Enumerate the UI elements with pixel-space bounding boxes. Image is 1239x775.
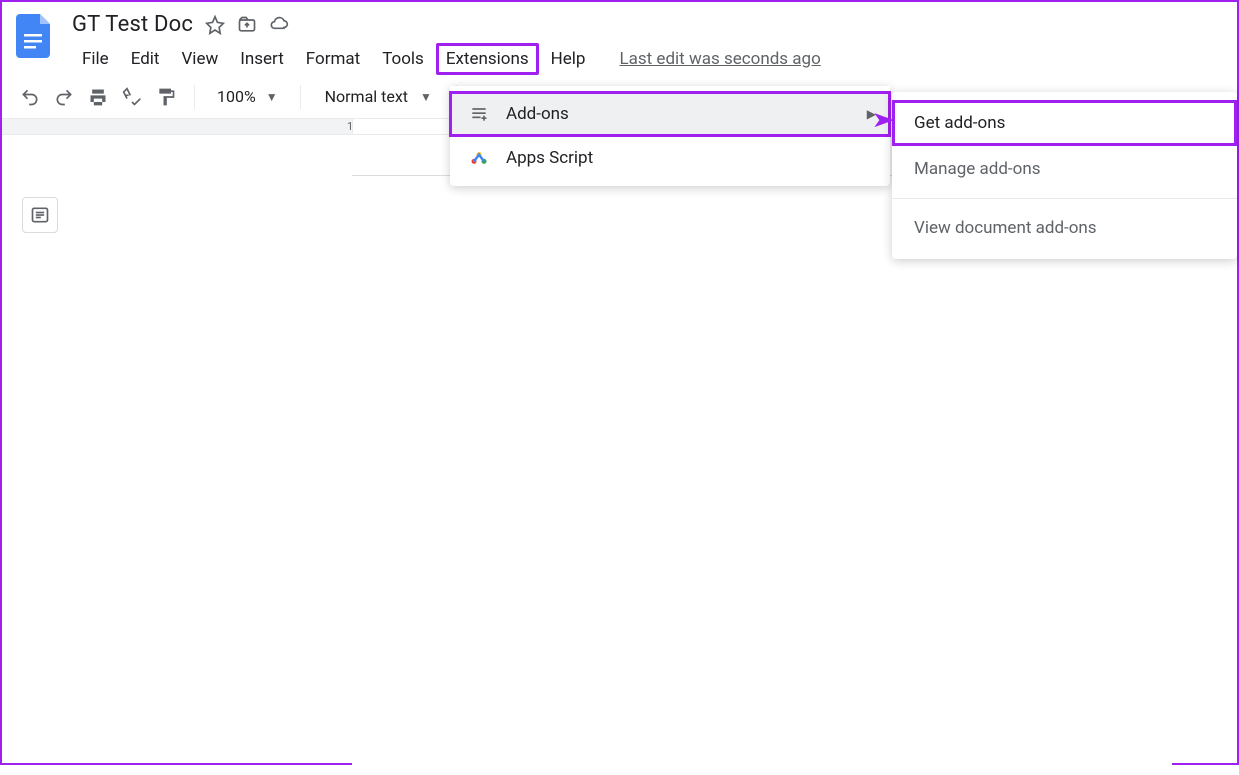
submenu-manage-addons[interactable]: Manage add-ons bbox=[892, 146, 1237, 192]
menu-format[interactable]: Format bbox=[296, 43, 370, 75]
outline-toggle-button[interactable] bbox=[22, 197, 58, 233]
menu-view[interactable]: View bbox=[171, 43, 228, 75]
chevron-down-icon: ▼ bbox=[420, 90, 432, 104]
zoom-select[interactable]: 100% ▼ bbox=[209, 87, 286, 106]
menu-item-label: Apps Script bbox=[506, 148, 593, 168]
menu-bar: File Edit View Insert Format Tools Exten… bbox=[72, 39, 821, 75]
annotation-arrow-icon: ➤ bbox=[871, 108, 895, 133]
toolbar-separator bbox=[300, 85, 301, 109]
submenu-label: Manage add-ons bbox=[914, 159, 1040, 179]
menu-separator bbox=[892, 198, 1237, 199]
last-edit-link[interactable]: Last edit was seconds ago bbox=[619, 49, 820, 69]
extensions-dropdown: Add-ons ▶ Apps Script bbox=[450, 86, 890, 186]
menu-item-addons[interactable]: Add-ons ▶ bbox=[450, 92, 890, 136]
spellcheck-button[interactable] bbox=[118, 83, 146, 111]
document-title[interactable]: GT Test Doc bbox=[72, 12, 193, 37]
redo-button[interactable] bbox=[50, 83, 78, 111]
toolbar-separator bbox=[194, 85, 195, 109]
menu-help[interactable]: Help bbox=[541, 43, 596, 75]
menu-tools[interactable]: Tools bbox=[372, 43, 434, 75]
submenu-label: Get add-ons bbox=[914, 113, 1005, 133]
star-icon[interactable] bbox=[205, 15, 225, 35]
ruler-mark: 1 bbox=[347, 120, 353, 133]
paragraph-style-select[interactable]: Normal text ▼ bbox=[315, 87, 442, 106]
app-header: GT Test Doc File Edit View Insert Format… bbox=[2, 2, 1237, 75]
document-page[interactable] bbox=[352, 175, 1172, 775]
addons-icon bbox=[468, 103, 490, 125]
menu-item-label: Add-ons bbox=[506, 104, 569, 124]
submenu-get-addons[interactable]: Get add-ons bbox=[892, 100, 1237, 146]
menu-file[interactable]: File bbox=[72, 43, 119, 75]
move-icon[interactable] bbox=[237, 15, 257, 35]
addons-submenu: Get add-ons Manage add-ons View document… bbox=[892, 92, 1237, 259]
submenu-label: View document add-ons bbox=[914, 218, 1097, 238]
menu-edit[interactable]: Edit bbox=[121, 43, 170, 75]
zoom-value: 100% bbox=[217, 87, 256, 106]
paint-format-button[interactable] bbox=[152, 83, 180, 111]
menu-extensions[interactable]: Extensions bbox=[436, 43, 539, 75]
print-button[interactable] bbox=[84, 83, 112, 111]
undo-button[interactable] bbox=[16, 83, 44, 111]
apps-script-icon bbox=[468, 147, 490, 169]
style-value: Normal text bbox=[325, 87, 408, 106]
chevron-down-icon: ▼ bbox=[266, 90, 278, 104]
menu-insert[interactable]: Insert bbox=[230, 43, 294, 75]
submenu-view-document-addons[interactable]: View document add-ons bbox=[892, 205, 1237, 251]
docs-logo[interactable] bbox=[14, 10, 54, 62]
menu-item-apps-script[interactable]: Apps Script bbox=[450, 136, 890, 180]
cloud-status-icon[interactable] bbox=[269, 15, 289, 35]
